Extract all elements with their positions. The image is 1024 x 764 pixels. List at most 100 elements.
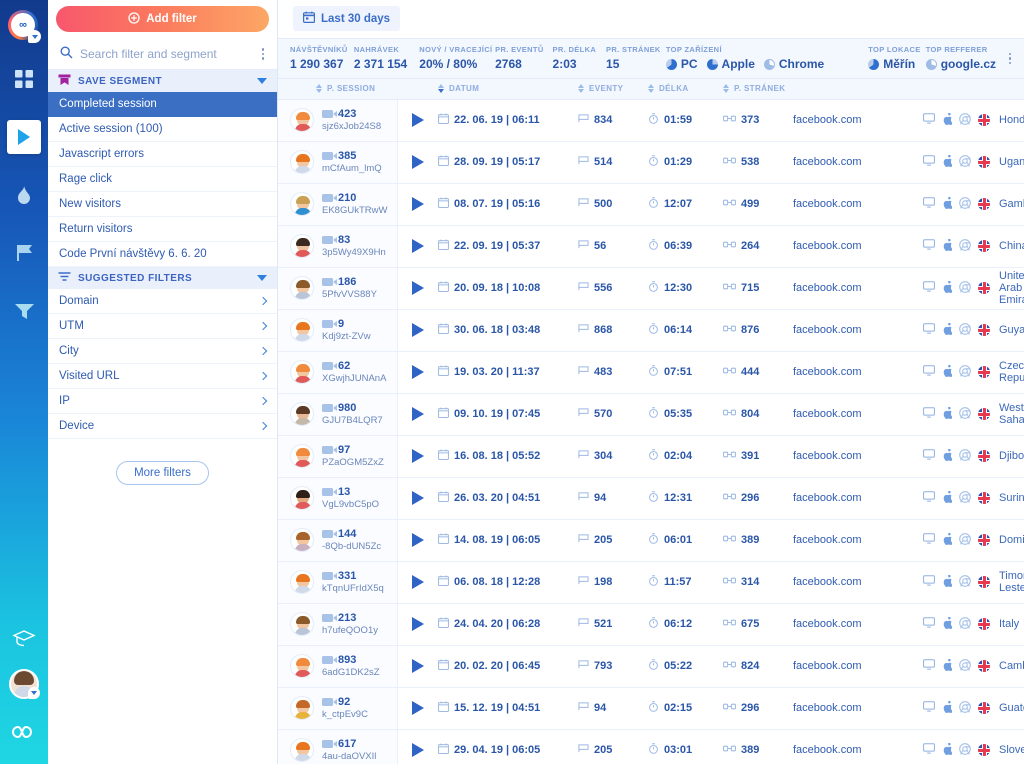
play-icon[interactable] — [412, 197, 424, 211]
sidebar-item-events[interactable] — [0, 231, 48, 275]
table-row[interactable]: 144 -8Qb-dUN5Zc 14. 08. 19 | 06:05 205 0… — [278, 520, 1024, 562]
stopwatch-icon — [648, 113, 659, 127]
row-play-cell[interactable] — [398, 562, 438, 603]
filter-item-city[interactable]: City — [48, 339, 277, 364]
add-filter-button[interactable]: Add filter — [56, 6, 269, 32]
sidebar-item-profile[interactable] — [0, 664, 48, 708]
suggested-filters-header[interactable]: SUGGESTED FILTERS — [48, 267, 277, 289]
filter-item-utm[interactable]: UTM — [48, 314, 277, 339]
caret-down-icon[interactable] — [257, 275, 267, 281]
play-icon[interactable] — [412, 575, 424, 589]
row-play-cell[interactable] — [398, 226, 438, 267]
table-row[interactable]: 423 sjz6xJob24S8 22. 06. 19 | 06:11 834 … — [278, 100, 1024, 142]
play-icon[interactable] — [412, 323, 424, 337]
row-play-cell[interactable] — [398, 394, 438, 435]
table-row[interactable]: 186 5PfvVVS88Y 20. 09. 18 | 10:08 556 12… — [278, 268, 1024, 310]
play-icon[interactable] — [412, 449, 424, 463]
play-icon[interactable] — [412, 533, 424, 547]
col-p-session[interactable]: P. SESSION — [278, 84, 398, 93]
date-range-button[interactable]: Last 30 days — [293, 6, 400, 31]
filter-item-ip[interactable]: IP — [48, 389, 277, 414]
sidebar-item-funnels[interactable] — [0, 289, 48, 333]
logo-dropdown-badge[interactable] — [28, 30, 41, 43]
filter-item-domain[interactable]: Domain — [48, 289, 277, 314]
table-row[interactable]: 980 GJU7B4LQR7 09. 10. 19 | 07:45 570 05… — [278, 394, 1024, 436]
sidebar-item-academy[interactable] — [0, 616, 48, 660]
row-play-cell[interactable] — [398, 730, 438, 764]
sidebar-item-dashboard[interactable] — [0, 57, 48, 101]
col-datum[interactable]: DATUM — [438, 84, 578, 93]
row-pages-value: 296 — [741, 702, 759, 714]
col-delka[interactable]: DÉLKA — [648, 84, 723, 93]
caret-down-icon[interactable] — [257, 78, 267, 84]
table-row[interactable]: 92 k_ctpEv9C 15. 12. 19 | 04:51 94 02:15… — [278, 688, 1024, 730]
play-icon[interactable] — [412, 281, 424, 295]
flag-circle-icon — [978, 282, 990, 294]
segment-item-new-visitors[interactable]: New visitors — [48, 192, 277, 217]
row-user-info: 617 4au-daOVXIl — [322, 738, 376, 763]
table-row[interactable]: 210 EK8GUkTRwW 08. 07. 19 | 05:16 500 12… — [278, 184, 1024, 226]
segment-item-javascript-errors[interactable]: Javascript errors — [48, 142, 277, 167]
play-icon[interactable] — [412, 155, 424, 169]
table-row[interactable]: 213 h7ufeQOO1y 24. 04. 20 | 06:28 521 06… — [278, 604, 1024, 646]
row-play-cell[interactable] — [398, 310, 438, 351]
play-icon[interactable] — [412, 113, 424, 127]
table-row[interactable]: 9 Kdj9zt-ZVw 30. 06. 18 | 03:48 868 06:1… — [278, 310, 1024, 352]
row-play-cell[interactable] — [398, 478, 438, 519]
chevron-right-icon — [259, 322, 267, 330]
play-icon[interactable] — [412, 407, 424, 421]
stopwatch-icon — [648, 449, 659, 463]
row-play-cell[interactable] — [398, 184, 438, 225]
row-play-cell[interactable] — [398, 520, 438, 561]
row-play-cell[interactable] — [398, 436, 438, 477]
table-row[interactable]: 331 kTqnUFrIdX5q 06. 08. 18 | 12:28 198 … — [278, 562, 1024, 604]
row-meta-cell: United Arab Emirates — [923, 268, 1024, 309]
table-row[interactable]: 893 6adG1DK2sZ 20. 02. 20 | 06:45 793 05… — [278, 646, 1024, 688]
segment-item-rage-click[interactable]: Rage click — [48, 167, 277, 192]
pie-icon — [868, 59, 879, 70]
row-play-cell[interactable] — [398, 352, 438, 393]
row-play-cell[interactable] — [398, 268, 438, 309]
row-play-cell[interactable] — [398, 688, 438, 729]
row-country-value: Timor-Leste — [999, 570, 1024, 594]
segment-item-return-visitors[interactable]: Return visitors — [48, 217, 277, 242]
save-segment-header[interactable]: SAVE SEGMENT — [48, 70, 277, 92]
row-play-cell[interactable] — [398, 604, 438, 645]
play-icon[interactable] — [412, 365, 424, 379]
segment-item-code-prvni-navstevy[interactable]: Code První návštěvy 6. 6. 20 — [48, 242, 277, 267]
table-row[interactable]: 617 4au-daOVXIl 29. 04. 19 | 06:05 205 0… — [278, 730, 1024, 764]
sidebar-item-recordings[interactable] — [0, 115, 48, 159]
row-play-cell[interactable] — [398, 646, 438, 687]
search-input[interactable] — [80, 47, 252, 61]
pages-icon — [723, 240, 736, 252]
sidebar-item-infinity[interactable] — [0, 710, 48, 754]
row-play-cell[interactable] — [398, 142, 438, 183]
stats-menu-icon[interactable] — [1006, 50, 1015, 68]
play-icon[interactable] — [412, 743, 424, 757]
table-row[interactable]: 385 mCfAum_lmQ 28. 09. 19 | 05:17 514 01… — [278, 142, 1024, 184]
smartlook-logo[interactable]: ∞ — [7, 9, 41, 43]
play-icon[interactable] — [412, 239, 424, 253]
segment-item-active-session[interactable]: Active session (100) — [48, 117, 277, 142]
play-icon[interactable] — [412, 659, 424, 673]
avatar-dropdown-badge[interactable] — [28, 687, 40, 699]
sidebar-item-heatmaps[interactable] — [0, 173, 48, 217]
filter-item-visited-url[interactable]: Visited URL — [48, 364, 277, 389]
avatar — [290, 486, 314, 510]
table-row[interactable]: 97 PZaOGM5ZxZ 16. 08. 18 | 05:52 304 02:… — [278, 436, 1024, 478]
row-play-cell[interactable] — [398, 100, 438, 141]
play-icon[interactable] — [412, 701, 424, 715]
kebab-menu-icon[interactable] — [259, 45, 268, 63]
table-row[interactable]: 62 XGwjhJUNAnA 19. 03. 20 | 11:37 483 07… — [278, 352, 1024, 394]
col-eventy[interactable]: EVENTY — [578, 84, 648, 93]
play-icon[interactable] — [412, 617, 424, 631]
more-filters-button[interactable]: More filters — [116, 461, 209, 485]
play-icon[interactable] — [412, 491, 424, 505]
avatar — [290, 318, 314, 342]
segment-item-completed-session[interactable]: Completed session — [48, 92, 277, 117]
table-row[interactable]: 13 VgL9vbC5pO 26. 03. 20 | 04:51 94 12:3… — [278, 478, 1024, 520]
flag-icon — [578, 701, 589, 715]
filter-item-device[interactable]: Device — [48, 414, 277, 439]
col-p-stranek[interactable]: P. STRÁNEK — [723, 84, 793, 93]
table-row[interactable]: 83 3p5Wy49X9Hn 22. 09. 19 | 05:37 56 06:… — [278, 226, 1024, 268]
